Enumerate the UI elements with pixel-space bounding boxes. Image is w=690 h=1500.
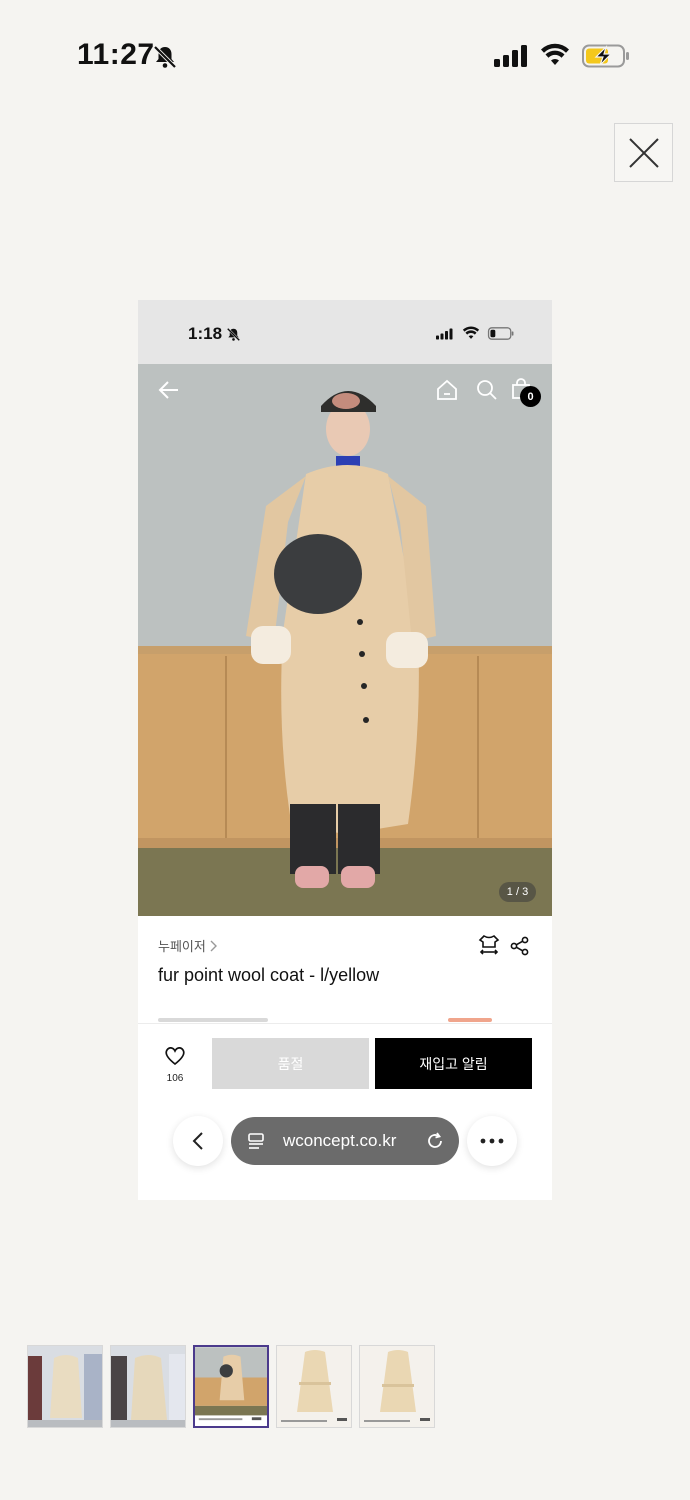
battery-charging-icon xyxy=(582,44,629,68)
thumbnail-1[interactable] xyxy=(27,1345,103,1428)
inner-status-time: 1:18 xyxy=(188,324,223,343)
home-icon[interactable] xyxy=(436,379,458,401)
url-text: wconcept.co.kr xyxy=(283,1131,397,1150)
thumbnail-4[interactable] xyxy=(276,1345,352,1428)
size-fit-icon[interactable] xyxy=(478,934,500,956)
thumbnail-image xyxy=(277,1346,351,1427)
share-icon[interactable] xyxy=(510,936,530,956)
status-bar: 11:27 xyxy=(0,0,690,110)
search-icon[interactable] xyxy=(476,379,498,401)
thumbnail-2[interactable] xyxy=(110,1345,186,1428)
silent-bell-icon xyxy=(226,327,241,342)
wishlist-count: 106 xyxy=(166,1073,184,1084)
wifi-icon xyxy=(541,43,569,65)
reload-icon[interactable] xyxy=(425,1131,445,1151)
bottom-action-bar: 106 품절 재입고 알림 wconcept.co.kr xyxy=(138,1023,552,1200)
signal-icon xyxy=(494,45,527,67)
product-screenshot: 1:18 0 1 / 3 누페이저 fur point wool coat - … xyxy=(138,300,552,1200)
thumbnail-image xyxy=(360,1346,434,1427)
wishlist-button[interactable]: 106 xyxy=(156,1046,194,1084)
close-icon xyxy=(628,137,659,168)
restock-alert-button[interactable]: 재입고 알림 xyxy=(375,1038,532,1089)
browser-back-button[interactable] xyxy=(173,1116,223,1166)
signal-icon xyxy=(436,328,453,340)
thumbnail-image xyxy=(111,1346,185,1427)
cart-count-badge: 0 xyxy=(520,386,541,407)
back-arrow-icon[interactable] xyxy=(158,380,180,400)
product-title: fur point wool coat - l/yellow xyxy=(158,965,380,985)
tabs-icon xyxy=(248,1133,264,1149)
brand-name: 누페이저 xyxy=(158,939,206,954)
thumbnail-image xyxy=(195,1347,267,1426)
image-counter: 1 / 3 xyxy=(499,882,536,902)
product-photo xyxy=(138,364,552,916)
close-button[interactable] xyxy=(614,123,673,182)
thumbnail-3-selected[interactable] xyxy=(193,1345,269,1428)
thumbnail-strip xyxy=(27,1345,435,1428)
soldout-button[interactable]: 품절 xyxy=(212,1038,369,1089)
ellipsis-icon xyxy=(480,1138,504,1144)
chevron-right-icon xyxy=(210,940,217,951)
product-image[interactable]: 0 1 / 3 xyxy=(138,364,552,916)
inner-status-bar: 1:18 xyxy=(138,300,552,364)
status-time: 11:27 xyxy=(77,38,155,71)
more-options-button[interactable] xyxy=(467,1116,517,1166)
heart-icon xyxy=(165,1047,185,1066)
wifi-icon xyxy=(462,326,480,339)
battery-icon xyxy=(487,327,514,340)
thumbnail-5[interactable] xyxy=(359,1345,435,1428)
address-bar[interactable]: wconcept.co.kr xyxy=(231,1117,459,1165)
thumbnail-image xyxy=(28,1346,102,1427)
silent-bell-icon xyxy=(153,45,177,69)
brand-link[interactable]: 누페이저 xyxy=(158,936,218,955)
chevron-left-icon xyxy=(192,1132,203,1150)
